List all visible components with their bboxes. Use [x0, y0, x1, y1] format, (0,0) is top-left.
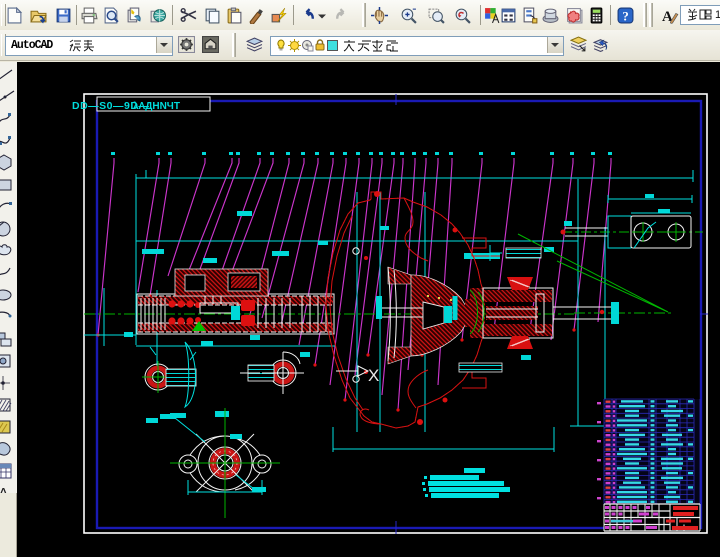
svg-text:λΛДΗΝЧΤ: λΛДΗΝЧΤ [133, 101, 180, 112]
svg-text:?: ? [622, 9, 628, 23]
svg-text:A: A [0, 486, 9, 493]
svg-text:X: X [368, 366, 379, 385]
